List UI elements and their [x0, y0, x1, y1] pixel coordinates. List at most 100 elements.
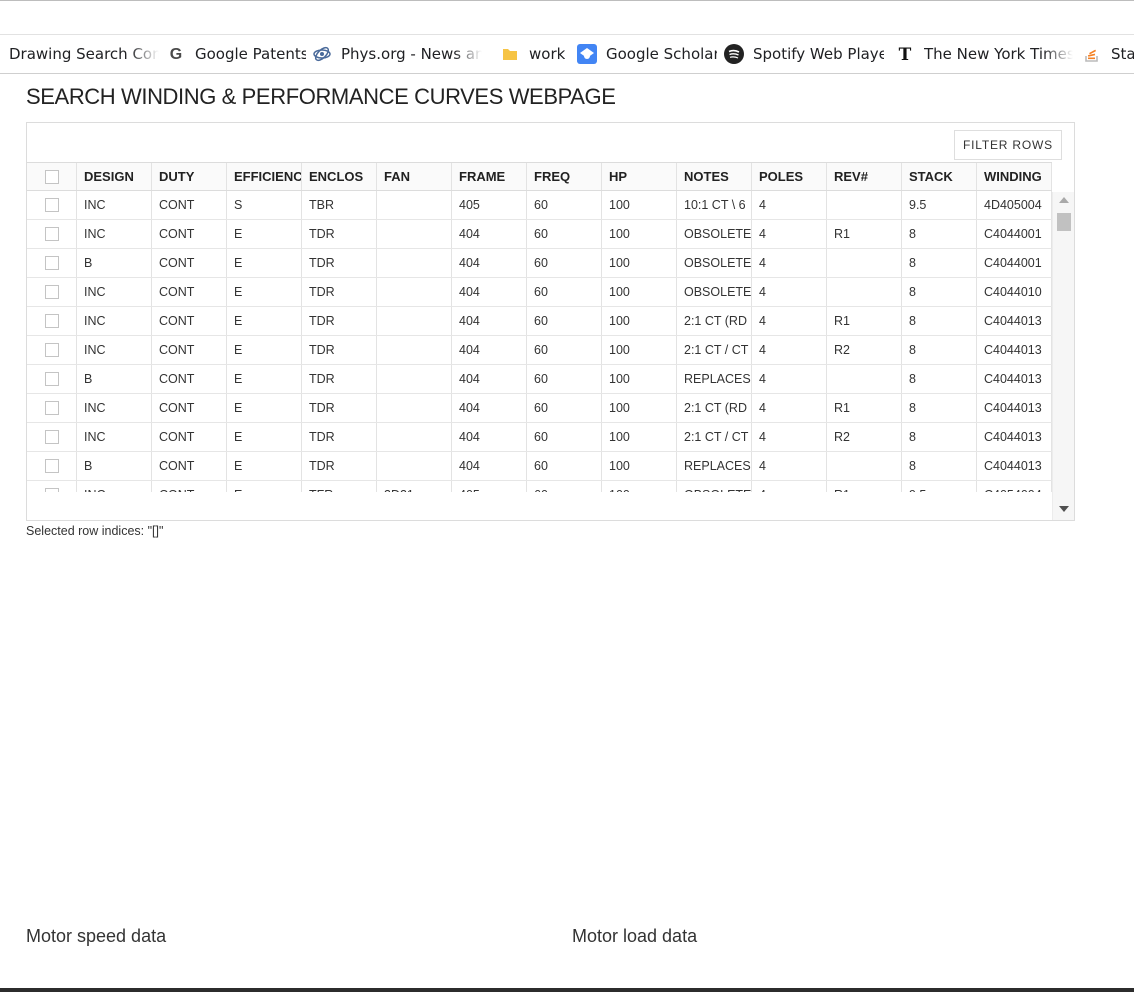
table-cell[interactable]: E [227, 307, 302, 335]
column-header[interactable]: WINDING [977, 163, 1052, 190]
bookmark-stackoverflow[interactable]: Stac [1082, 35, 1134, 73]
table-cell[interactable]: INC [77, 336, 152, 364]
table-cell[interactable]: 4 [752, 249, 827, 277]
table-cell[interactable]: 2:1 CT / CT [677, 336, 752, 364]
table-cell[interactable]: B [77, 365, 152, 393]
table-row[interactable]: B CONT E TDR 404 60 100 OBSOLETE 4 8 C4044001 [27, 249, 1052, 278]
table-cell[interactable] [377, 394, 452, 422]
table-cell[interactable]: 60 [527, 423, 602, 451]
table-cell[interactable]: OBSOLETE [677, 220, 752, 248]
table-cell[interactable]: 8 [902, 278, 977, 306]
table-cell[interactable] [377, 336, 452, 364]
table-cell[interactable] [827, 249, 902, 277]
table-cell[interactable]: INC [77, 220, 152, 248]
table-cell[interactable] [377, 365, 452, 393]
table-cell[interactable]: R1 [827, 394, 902, 422]
table-cell[interactable]: E [227, 336, 302, 364]
table-cell[interactable]: CONT [152, 220, 227, 248]
table-cell[interactable]: 60 [527, 191, 602, 219]
row-checkbox[interactable] [44, 198, 59, 212]
table-cell[interactable]: 4D405004 [977, 191, 1052, 219]
table-cell[interactable]: 4 [752, 220, 827, 248]
table-cell[interactable]: 8 [902, 249, 977, 277]
table-row[interactable]: B CONT E TDR 404 60 100 REPLACES 4 8 C4044013 [27, 452, 1052, 481]
table-cell[interactable]: C4044013 [977, 307, 1052, 335]
table-cell[interactable]: 2:1 CT / CT [677, 423, 752, 451]
table-cell[interactable]: C4044001 [977, 220, 1052, 248]
table-cell[interactable]: CONT [152, 336, 227, 364]
table-cell[interactable]: 60 [527, 307, 602, 335]
table-cell[interactable]: CONT [152, 278, 227, 306]
table-cell[interactable]: 3D21 [377, 481, 452, 492]
table-cell[interactable]: 100 [602, 452, 677, 480]
table-cell[interactable]: REPLACES [677, 365, 752, 393]
row-checkbox[interactable] [44, 372, 59, 386]
table-cell[interactable]: E [227, 278, 302, 306]
table-cell[interactable]: 404 [452, 278, 527, 306]
table-cell[interactable]: B [77, 249, 152, 277]
table-cell[interactable]: 60 [527, 452, 602, 480]
table-row[interactable]: INCCONTETFR3D2140560100OBSOLETE4R19.5C40… [27, 481, 1052, 492]
table-cell[interactable]: E [227, 249, 302, 277]
table-cell[interactable]: REPLACES [677, 452, 752, 480]
table-cell[interactable]: INC [77, 481, 152, 492]
table-cell[interactable]: R2 [827, 423, 902, 451]
table-cell[interactable]: 4 [752, 481, 827, 492]
table-cell[interactable] [827, 452, 902, 480]
table-cell[interactable]: CONT [152, 452, 227, 480]
table-cell[interactable]: CONT [152, 481, 227, 492]
table-cell[interactable]: E [227, 365, 302, 393]
scroll-up-arrow-icon[interactable] [1059, 197, 1069, 203]
table-cell[interactable]: 4 [752, 365, 827, 393]
table-cell[interactable]: CONT [152, 307, 227, 335]
table-cell[interactable]: R1 [827, 220, 902, 248]
table-cell[interactable]: 2:1 CT (RD [677, 307, 752, 335]
table-cell[interactable]: R1 [827, 481, 902, 492]
table-cell[interactable]: 404 [452, 220, 527, 248]
row-checkbox[interactable] [44, 430, 59, 444]
table-row[interactable]: INC CONT E TDR 404 60 100 2:1 CT (RD 4 R1 8 C404401… [27, 307, 1052, 336]
table-cell[interactable]: E [227, 423, 302, 451]
table-cell[interactable]: 8 [902, 220, 977, 248]
table-cell[interactable]: OBSOLETE [677, 278, 752, 306]
table-cell[interactable] [377, 220, 452, 248]
table-cell[interactable]: TDR [302, 220, 377, 248]
table-cell[interactable]: CONT [152, 191, 227, 219]
filter-rows-button[interactable]: FILTER ROWS [954, 130, 1062, 160]
column-header[interactable]: HP [602, 163, 677, 190]
row-checkbox[interactable] [44, 285, 59, 299]
table-cell[interactable]: 404 [452, 307, 527, 335]
table-cell[interactable]: 9.5 [902, 481, 977, 492]
table-cell[interactable]: 100 [602, 191, 677, 219]
table-cell[interactable]: 8 [902, 307, 977, 335]
table-cell[interactable]: 404 [452, 394, 527, 422]
bookmark-nytimes[interactable]: T The New York Times [895, 35, 1073, 73]
table-cell[interactable]: INC [77, 191, 152, 219]
table-cell[interactable]: 404 [452, 365, 527, 393]
table-cell[interactable]: OBSOLETE [677, 249, 752, 277]
table-cell[interactable]: 60 [527, 278, 602, 306]
table-cell[interactable]: 404 [452, 249, 527, 277]
grid-body[interactable]: INC CONT S TBR 405 60 100 10:1 CT \ 6 4 9.5 4D4050… [27, 191, 1052, 492]
table-cell[interactable]: OBSOLETE [677, 481, 752, 492]
column-header[interactable]: FAN [377, 163, 452, 190]
table-cell[interactable]: 60 [527, 220, 602, 248]
table-row[interactable]: INC CONT E TDR 404 60 100 OBSOLETE 4 8 C4044010 [27, 278, 1052, 307]
table-cell[interactable] [377, 452, 452, 480]
table-cell[interactable]: 100 [602, 278, 677, 306]
table-cell[interactable]: B [77, 452, 152, 480]
table-row[interactable]: INC CONT S TBR 405 60 100 10:1 CT \ 6 4 9.5 4D4050… [27, 191, 1052, 220]
table-cell[interactable]: E [227, 394, 302, 422]
select-all-checkbox[interactable] [44, 169, 59, 184]
table-cell[interactable]: C4044013 [977, 452, 1052, 480]
table-cell[interactable]: TBR [302, 191, 377, 219]
table-cell[interactable]: TDR [302, 394, 377, 422]
table-cell[interactable]: 404 [452, 452, 527, 480]
column-header[interactable]: NOTES [677, 163, 752, 190]
table-cell[interactable]: CONT [152, 394, 227, 422]
column-header[interactable]: EFFICIENCY [227, 163, 302, 190]
row-checkbox[interactable] [44, 401, 59, 415]
table-cell[interactable]: INC [77, 278, 152, 306]
table-row[interactable]: INC CONT E TDR 404 60 100 2:1 CT / CT 4 R2 8 C40440… [27, 336, 1052, 365]
table-cell[interactable]: 100 [602, 220, 677, 248]
